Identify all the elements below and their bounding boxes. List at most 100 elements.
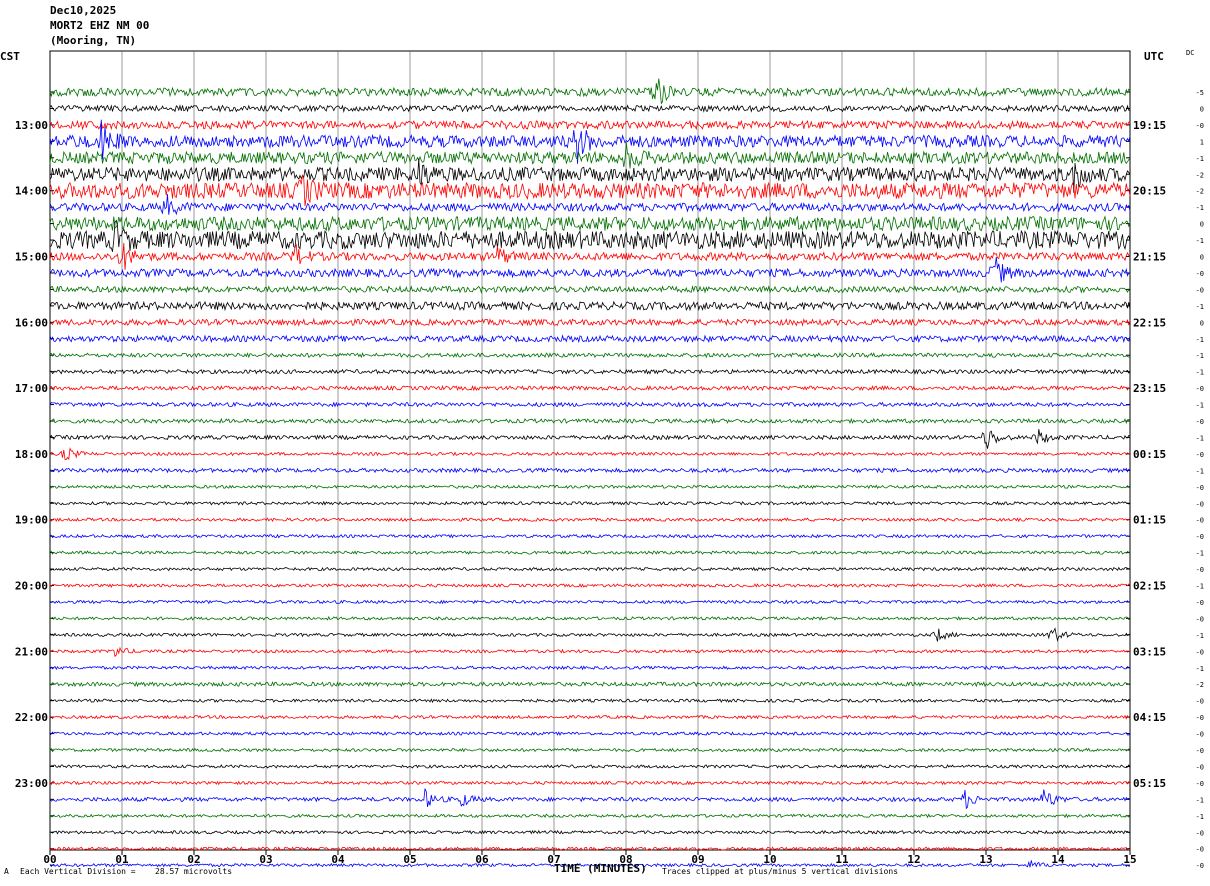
dc-offset-14: 0 (1200, 319, 1204, 327)
trace-0 (49, 78, 1131, 105)
dc-offset-2: -0 (1196, 122, 1204, 130)
dc-offset-32: -0 (1196, 615, 1204, 623)
trace-21 (49, 429, 1131, 449)
clip-note: Traces clipped at plus/minus 5 vertical … (662, 867, 899, 876)
left-hour-label-20:00: 20:00 (15, 580, 48, 593)
trace-31 (49, 599, 1131, 605)
dc-offset-28: -1 (1196, 550, 1204, 558)
trace-22 (49, 447, 1131, 461)
dc-offset-21: -1 (1196, 434, 1204, 442)
trace-44 (49, 813, 1131, 819)
dc-offset-41: -0 (1196, 763, 1204, 771)
dc-offset-24: -0 (1196, 484, 1204, 492)
dc-offset-47: -0 (1196, 862, 1204, 870)
right-hour-label-05:15: 05:15 (1133, 777, 1166, 790)
trace-35 (49, 665, 1131, 671)
dc-offset-12: -0 (1196, 286, 1204, 294)
trace-40 (49, 747, 1131, 753)
trace-30 (49, 583, 1131, 588)
trace-2 (49, 119, 1131, 131)
dc-offset-30: -1 (1196, 583, 1204, 591)
trace-27 (49, 533, 1131, 539)
trace-11 (49, 257, 1131, 283)
trace-7 (49, 194, 1131, 216)
trace-1 (49, 104, 1131, 113)
x-tick-label-03: 03 (259, 853, 272, 866)
trace-12 (49, 284, 1131, 294)
x-tick-label-14: 14 (1051, 853, 1065, 866)
dc-offset-44: -1 (1196, 813, 1204, 821)
x-tick-label-12: 12 (907, 853, 920, 866)
dc-offset-0: -5 (1196, 89, 1204, 97)
dc-offset-31: -0 (1196, 599, 1204, 607)
trace-19 (49, 401, 1131, 408)
dc-offset-13: -1 (1196, 303, 1204, 311)
trace-6 (49, 174, 1131, 207)
left-hour-label-14:00: 14:00 (15, 185, 48, 198)
corner-mark: A (4, 867, 9, 876)
scale-value: 28.57 microvolts (155, 867, 233, 876)
trace-15 (49, 334, 1131, 344)
dc-offset-4: -1 (1196, 155, 1204, 163)
trace-45 (49, 829, 1131, 835)
right-hour-label-01:15: 01:15 (1133, 514, 1166, 527)
trace-9 (49, 219, 1131, 252)
x-tick-label-11: 11 (835, 853, 849, 866)
dc-offset-36: -2 (1196, 681, 1204, 689)
scale-prefix: Each Vertical Division = (20, 867, 136, 876)
x-tick-label-05: 05 (403, 853, 416, 866)
trace-16 (49, 352, 1131, 359)
right-hour-label-22:15: 22:15 (1133, 316, 1166, 329)
trace-28 (49, 550, 1131, 555)
dc-offset-29: -0 (1196, 566, 1204, 574)
trace-14 (49, 317, 1131, 327)
dc-offset-45: -0 (1196, 829, 1204, 837)
x-tick-label-04: 04 (331, 853, 345, 866)
trace-13 (49, 300, 1131, 312)
dc-offset-3: 1 (1200, 138, 1204, 146)
trace-8 (49, 215, 1131, 233)
left-hour-label-23:00: 23:00 (15, 777, 48, 790)
dc-offset-11: -0 (1196, 270, 1204, 278)
x-tick-label-09: 09 (691, 853, 704, 866)
trace-29 (49, 566, 1131, 572)
trace-33 (49, 627, 1131, 642)
x-tick-label-01: 01 (115, 853, 129, 866)
trace-43 (49, 788, 1131, 810)
trace-34 (49, 646, 1131, 658)
right-hour-label-02:15: 02:15 (1133, 580, 1166, 593)
trace-10 (49, 242, 1131, 270)
dc-offset-37: -0 (1196, 698, 1204, 706)
dc-offset-16: -1 (1196, 352, 1204, 360)
dc-offset-25: -0 (1196, 500, 1204, 508)
trace-18 (49, 384, 1131, 392)
right-hour-label-19:15: 19:15 (1133, 119, 1166, 132)
dc-offset-1: 0 (1200, 105, 1204, 113)
right-hour-label-23:15: 23:15 (1133, 382, 1166, 395)
left-hour-label-16:00: 16:00 (15, 316, 48, 329)
right-hour-label-03:15: 03:15 (1133, 645, 1166, 658)
dc-offset-46: -0 (1196, 846, 1204, 854)
left-hour-label-21:00: 21:00 (15, 645, 48, 658)
dc-offset-7: -1 (1196, 204, 1204, 212)
dc-offset-42: -0 (1196, 780, 1204, 788)
dc-offset-19: -1 (1196, 402, 1204, 410)
dc-offset-43: -1 (1196, 796, 1204, 804)
trace-26 (49, 517, 1131, 523)
right-hour-label-00:15: 00:15 (1133, 448, 1166, 461)
trace-41 (49, 764, 1131, 769)
left-hour-label-22:00: 22:00 (15, 711, 48, 724)
dc-offset-27: -0 (1196, 533, 1204, 541)
trace-39 (49, 731, 1131, 736)
dc-offset-35: -1 (1196, 665, 1204, 673)
dc-offset-23: -1 (1196, 467, 1204, 475)
dc-offset-34: -0 (1196, 648, 1204, 656)
dc-offset-5: -2 (1196, 171, 1204, 179)
dc-offset-8: 0 (1200, 221, 1204, 229)
right-hour-label-21:15: 21:15 (1133, 251, 1166, 264)
x-tick-label-15: 15 (1123, 853, 1136, 866)
dc-offset-40: -0 (1196, 747, 1204, 755)
left-hour-label-13:00: 13:00 (15, 119, 48, 132)
dc-offset-6: -2 (1196, 188, 1204, 196)
dc-offset-38: -0 (1196, 714, 1204, 722)
